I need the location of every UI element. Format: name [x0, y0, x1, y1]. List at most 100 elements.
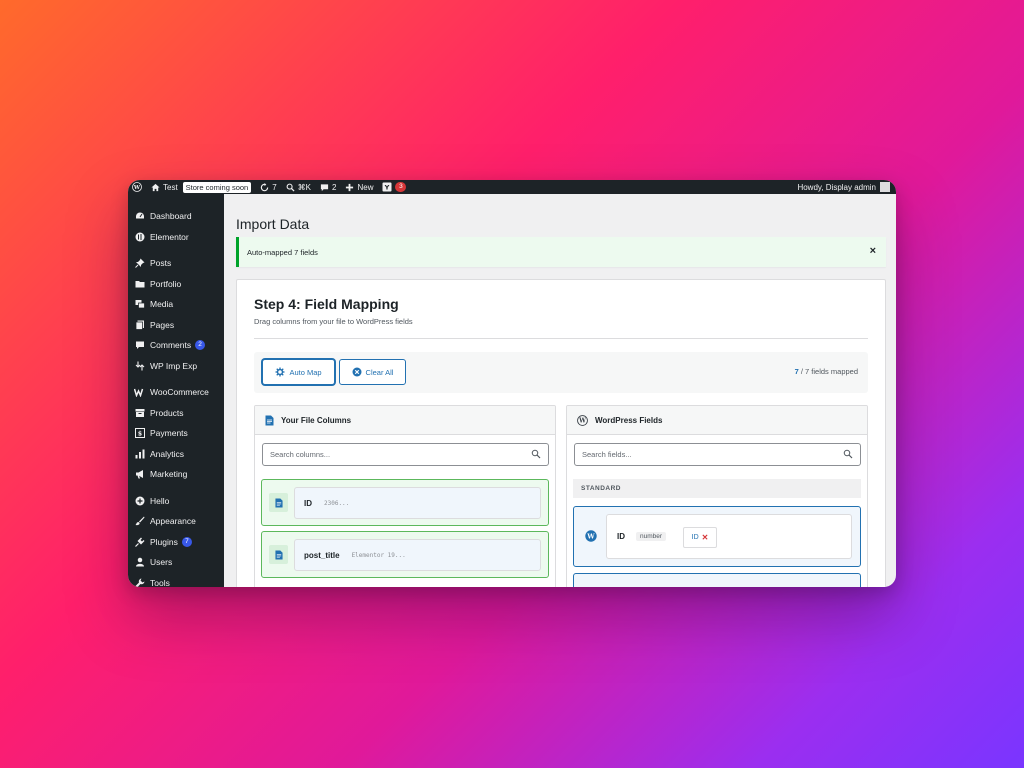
- sidebar-item-dashboard[interactable]: Dashboard: [128, 206, 224, 227]
- plugin-icon: [134, 536, 145, 547]
- notice-text: Auto-mapped 7 fields: [247, 247, 318, 257]
- sidebar-item-payments[interactable]: $ Payments: [128, 423, 224, 444]
- sidebar-item-plugins[interactable]: Plugins 7: [128, 532, 224, 553]
- updates-link[interactable]: 7: [260, 182, 277, 192]
- svg-text:W: W: [578, 417, 586, 424]
- comment-icon: [134, 340, 145, 351]
- sidebar-item-hello[interactable]: Hello: [128, 491, 224, 512]
- wordpress-fields-title: WordPress Fields: [595, 415, 663, 425]
- sidebar-item-label: Plugins: [150, 536, 178, 547]
- mapping-toolbar: Auto Map Clear All 7 / 7 fields mapped: [254, 352, 868, 393]
- sidebar-item-appearance[interactable]: Appearance: [128, 511, 224, 532]
- sidebar-item-portfolio[interactable]: Portfolio: [128, 274, 224, 295]
- yoast-link[interactable]: Y 3: [382, 182, 407, 192]
- howdy-greeting[interactable]: Howdy, Display admin: [797, 183, 876, 192]
- gear-icon: [275, 367, 285, 377]
- mapped-column-chip[interactable]: ID ✕: [683, 527, 717, 548]
- main-content: Import Data Auto-mapped 7 fields × Step …: [224, 194, 896, 587]
- command-search-link[interactable]: ⌘K: [286, 183, 311, 192]
- sidebar-item-label: Users: [150, 557, 173, 568]
- search-columns-input[interactable]: Search columns...: [262, 443, 549, 466]
- wordpress-logo-icon: W: [577, 414, 588, 426]
- mapped-column-name: ID: [691, 534, 699, 541]
- svg-text:Y: Y: [384, 184, 390, 192]
- file-column-chip[interactable]: post_title Elementor 19...: [294, 539, 541, 571]
- search-columns-placeholder: Search columns...: [270, 450, 331, 459]
- sidebar-item-label: Hello: [150, 495, 170, 506]
- sidebar-item-wp-imp-exp[interactable]: WP Imp Exp: [128, 356, 224, 377]
- remove-mapping-icon[interactable]: ✕: [702, 533, 709, 542]
- field-name: ID: [617, 532, 625, 541]
- comments-count: 2: [332, 182, 337, 192]
- plus-icon: [346, 183, 354, 191]
- folder-icon: [134, 278, 145, 289]
- search-fields-placeholder: Search fields...: [582, 450, 632, 459]
- new-content-link[interactable]: New: [345, 183, 373, 192]
- new-label: New: [357, 182, 374, 192]
- mapped-count: 7 / 7 fields mapped: [795, 367, 858, 376]
- mapped-count-text: / 7 fields mapped: [798, 367, 858, 376]
- list-item[interactable]: W ID number ID ✕: [573, 506, 861, 567]
- sidebar-item-analytics[interactable]: Analytics: [128, 444, 224, 465]
- wordpress-fields-header: W WordPress Fields: [567, 406, 867, 435]
- elementor-icon: [134, 231, 145, 242]
- brush-icon: [134, 516, 145, 527]
- site-name-link[interactable]: Test: [151, 183, 178, 192]
- sidebar-item-label: WooCommerce: [150, 387, 209, 398]
- sidebar-item-woocommerce[interactable]: WooCommerce: [128, 382, 224, 403]
- sidebar-item-label: Dashboard: [150, 211, 192, 222]
- sidebar-item-marketing[interactable]: Marketing: [128, 464, 224, 485]
- auto-map-label: Auto Map: [289, 367, 322, 377]
- user-icon: [134, 557, 145, 568]
- group-label-standard: STANDARD: [573, 479, 861, 498]
- sidebar-item-pages[interactable]: Pages: [128, 315, 224, 336]
- search-icon: [286, 183, 295, 192]
- clear-all-label: Clear All: [365, 367, 394, 377]
- wordpress-fields-panel: W WordPress Fields Search fields... STAN…: [566, 405, 868, 587]
- sidebar-item-label: Products: [150, 407, 184, 418]
- list-item[interactable]: [573, 573, 861, 587]
- field-drop-zone[interactable]: ID number ID ✕: [606, 514, 852, 559]
- clear-all-button[interactable]: Clear All: [339, 359, 406, 385]
- sidebar-item-label: Media: [150, 299, 174, 310]
- import-export-icon: [134, 360, 145, 371]
- dashboard-icon: [134, 211, 145, 222]
- sidebar-item-products[interactable]: Products: [128, 403, 224, 424]
- sidebar-item-tools[interactable]: Tools: [128, 573, 224, 587]
- yoast-count-badge: 3: [395, 182, 407, 192]
- comments-link[interactable]: 2: [320, 183, 336, 192]
- sidebar-item-comments[interactable]: Comments 2: [128, 335, 224, 356]
- admin-bar: W Test Store coming soon 7 ⌘K 2 New Y 3: [128, 180, 896, 194]
- search-icon: [531, 449, 541, 459]
- admin-sidebar: Dashboard Elementor Posts Portfolio Medi…: [128, 194, 224, 587]
- pages-icon: [134, 319, 145, 330]
- list-item[interactable]: ID 2306...: [261, 479, 549, 526]
- store-coming-soon-badge[interactable]: Store coming soon: [182, 181, 252, 193]
- svg-text:W: W: [133, 185, 141, 191]
- auto-map-button[interactable]: Auto Map: [262, 359, 335, 385]
- sidebar-item-elementor[interactable]: Elementor: [128, 227, 224, 248]
- search-fields-input[interactable]: Search fields...: [574, 443, 861, 466]
- sidebar-item-posts[interactable]: Posts: [128, 253, 224, 274]
- divider: [254, 338, 868, 339]
- avatar[interactable]: [880, 182, 890, 192]
- sidebar-item-label: Elementor: [150, 231, 189, 242]
- plugins-count-badge: 7: [181, 536, 192, 547]
- list-item[interactable]: post_title Elementor 19...: [261, 531, 549, 578]
- megaphone-icon: [134, 469, 145, 480]
- close-icon[interactable]: ×: [870, 245, 876, 257]
- column-sample: 2306...: [324, 499, 350, 507]
- step-subtitle: Drag columns from your file to WordPress…: [254, 317, 413, 326]
- pin-icon: [134, 258, 145, 269]
- sidebar-item-label: Analytics: [150, 448, 185, 459]
- search-icon: [843, 449, 853, 459]
- sidebar-item-users[interactable]: Users: [128, 552, 224, 573]
- field-mapping-card: Step 4: Field Mapping Drag columns from …: [236, 279, 886, 587]
- sidebar-item-label: WP Imp Exp: [150, 360, 198, 371]
- wordpress-logo-icon: W: [585, 530, 597, 542]
- wordpress-logo-icon[interactable]: W: [132, 182, 142, 192]
- sidebar-item-label: Payments: [150, 428, 188, 439]
- file-column-chip[interactable]: ID 2306...: [294, 487, 541, 519]
- sidebar-item-media[interactable]: Media: [128, 294, 224, 315]
- clear-circle-icon: [352, 367, 362, 377]
